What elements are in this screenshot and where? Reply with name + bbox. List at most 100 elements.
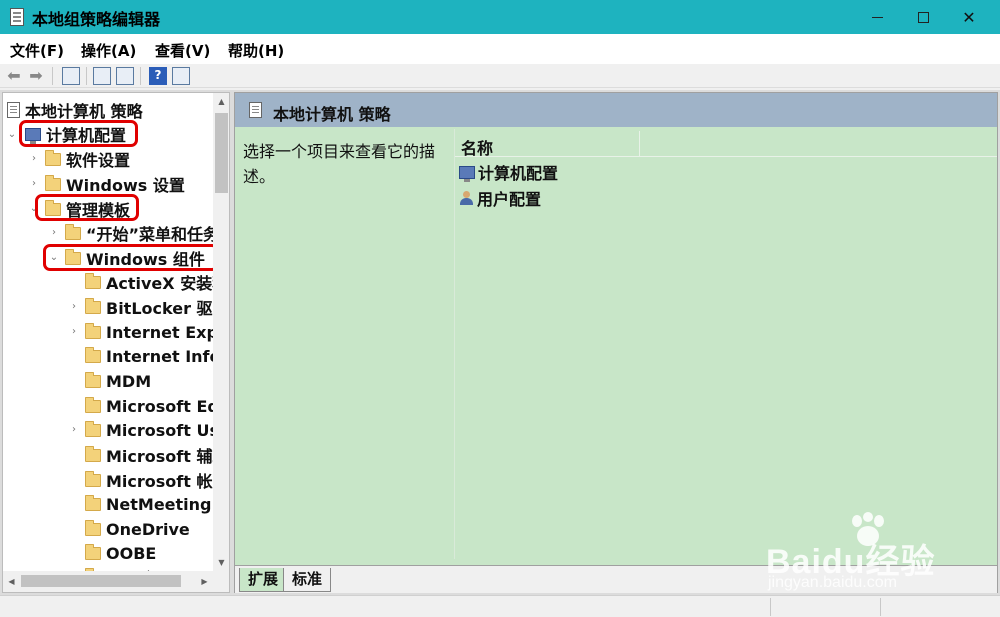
- folder-icon: [85, 346, 101, 363]
- tree-node-label: ActiveX 安装程: [106, 274, 229, 293]
- tree-node-label: Windows 设置: [66, 176, 185, 195]
- column-header-name[interactable]: 名称: [461, 135, 493, 159]
- tree-node-microsoft-account[interactable]: Microsoft 帐户: [85, 468, 228, 492]
- highlight-box-computer-config: [19, 120, 138, 147]
- status-bar: [0, 595, 1000, 617]
- tree-node-netmeeting[interactable]: NetMeeting: [85, 492, 212, 516]
- scroll-up-icon[interactable]: ▲: [213, 93, 229, 110]
- folder-icon: [45, 174, 61, 191]
- folder-icon: [85, 322, 101, 339]
- pane-divider[interactable]: [454, 129, 455, 559]
- close-icon: ✕: [962, 7, 976, 27]
- computer-config-icon: [459, 165, 475, 182]
- policy-document-icon: [249, 102, 262, 118]
- toolbar-separator: [86, 67, 87, 85]
- tree-node-label: 软件设置: [66, 151, 131, 170]
- menu-file[interactable]: 文件(F): [10, 40, 64, 61]
- forward-arrow-icon[interactable]: ➡: [27, 67, 45, 85]
- tree-node-label: Microsoft 帐户: [106, 472, 229, 491]
- folder-icon: [85, 445, 101, 462]
- folder-icon: [85, 420, 101, 437]
- tree-node-label: Internet Expl: [106, 322, 224, 342]
- status-separator: [770, 598, 771, 616]
- folder-icon: [85, 494, 101, 511]
- folder-icon: [85, 371, 101, 388]
- tree-node-label: Microsoft Us: [106, 420, 219, 440]
- user-config-icon: [459, 190, 474, 206]
- details-header: 本地计算机 策略: [235, 93, 997, 127]
- folder-icon: [85, 396, 101, 413]
- column-separator[interactable]: [639, 131, 640, 157]
- chevron-down-icon[interactable]: ⌄: [7, 129, 17, 140]
- tree-node-label: OneDrive: [106, 519, 190, 539]
- minimize-icon: [871, 16, 883, 18]
- menu-bar: 文件(F) 操作(A) 查看(V) 帮助(H): [0, 34, 1000, 64]
- maximize-icon: [917, 11, 929, 23]
- close-button[interactable]: ✕: [946, 0, 992, 34]
- chevron-right-icon[interactable]: ›: [69, 424, 79, 435]
- tree-node-onedrive[interactable]: OneDrive: [85, 517, 190, 541]
- title-bar: 本地组策略编辑器 ✕: [0, 0, 1000, 34]
- tree-node-windows-settings[interactable]: Windows 设置: [45, 172, 185, 196]
- highlight-box-admin-templates: [35, 194, 139, 221]
- highlight-box-windows-components: [43, 244, 219, 271]
- chevron-right-icon[interactable]: ›: [29, 153, 39, 164]
- properties-icon[interactable]: [93, 67, 111, 85]
- tree-node-local-computer-policy[interactable]: 本地计算机 策略: [7, 98, 143, 122]
- chevron-right-icon[interactable]: ›: [49, 227, 59, 238]
- tree-node-label: Microsoft Ed: [106, 396, 219, 416]
- tree-node-label: BitLocker 驱动: [106, 299, 229, 318]
- tree-node-microsoft-user[interactable]: Microsoft Us: [85, 418, 219, 442]
- maximize-button[interactable]: [900, 0, 946, 34]
- tree-node-label: MDM: [106, 371, 152, 391]
- tree-node-bitlocker[interactable]: BitLocker 驱动: [85, 295, 229, 319]
- tree-node-mdm[interactable]: MDM: [85, 369, 151, 393]
- folder-icon: [85, 519, 101, 536]
- tree-horizontal-scrollbar[interactable]: ◀ ▶: [3, 571, 213, 592]
- show-hide-tree-icon[interactable]: [62, 67, 80, 85]
- chevron-right-icon[interactable]: ›: [69, 326, 79, 337]
- tree-vertical-scrollbar[interactable]: ▲ ▼: [213, 93, 229, 571]
- folder-icon: [45, 149, 61, 166]
- tab-standard[interactable]: 标准: [283, 568, 332, 592]
- back-arrow-icon[interactable]: ⬅: [5, 67, 23, 85]
- policy-document-icon: [7, 102, 20, 118]
- scroll-down-icon[interactable]: ▼: [213, 554, 229, 571]
- window-title: 本地组策略编辑器: [32, 10, 161, 29]
- tree-node-start-menu[interactable]: “开始”菜单和任务: [65, 221, 219, 245]
- list-item-label: 用户配置: [477, 190, 542, 209]
- tree-node-software-settings[interactable]: 软件设置: [45, 147, 130, 171]
- show-action-pane-icon[interactable]: [172, 67, 190, 85]
- export-list-icon[interactable]: [116, 67, 134, 85]
- menu-help[interactable]: 帮助(H): [228, 40, 284, 61]
- policy-editor-icon: [10, 8, 24, 26]
- scrollbar-thumb[interactable]: [21, 575, 181, 587]
- scroll-left-icon[interactable]: ◀: [3, 571, 20, 592]
- folder-icon: [85, 272, 101, 289]
- folder-icon: [85, 543, 101, 560]
- menu-action[interactable]: 操作(A): [81, 40, 136, 61]
- tree-node-microsoft-edge[interactable]: Microsoft Ed: [85, 394, 219, 418]
- scrollbar-thumb[interactable]: [215, 113, 228, 193]
- help-icon[interactable]: ?: [149, 67, 167, 85]
- tree-node-activex[interactable]: ActiveX 安装程: [85, 270, 228, 294]
- tree-node-microsoft-accessibility[interactable]: Microsoft 辅助: [85, 443, 228, 467]
- folder-icon: [85, 470, 101, 487]
- tree-node-label: Microsoft 辅助: [106, 447, 229, 466]
- list-item-label: 计算机配置: [478, 164, 559, 183]
- chevron-right-icon[interactable]: ›: [29, 178, 39, 189]
- details-pane: 本地计算机 策略 选择一个项目来查看它的描述。 名称 计算机配置 用户配置 扩展…: [234, 92, 998, 593]
- list-item-user-config[interactable]: 用户配置: [459, 186, 541, 210]
- list-header: 名称: [455, 131, 997, 159]
- scroll-right-icon[interactable]: ▶: [196, 571, 213, 592]
- tab-expanded[interactable]: 扩展: [239, 568, 288, 592]
- tree-node-label: 本地计算机 策略: [25, 102, 143, 121]
- minimize-button[interactable]: [854, 0, 900, 34]
- toolbar: ⬅ ➡ ?: [0, 64, 1000, 88]
- menu-view[interactable]: 查看(V): [155, 40, 210, 61]
- tree-node-internet-info[interactable]: Internet Info: [85, 344, 221, 368]
- chevron-right-icon[interactable]: ›: [69, 301, 79, 312]
- tree-node-internet-explorer[interactable]: Internet Expl: [85, 320, 223, 344]
- list-item-computer-config[interactable]: 计算机配置: [459, 160, 558, 184]
- tree-node-oobe[interactable]: OOBE: [85, 541, 156, 565]
